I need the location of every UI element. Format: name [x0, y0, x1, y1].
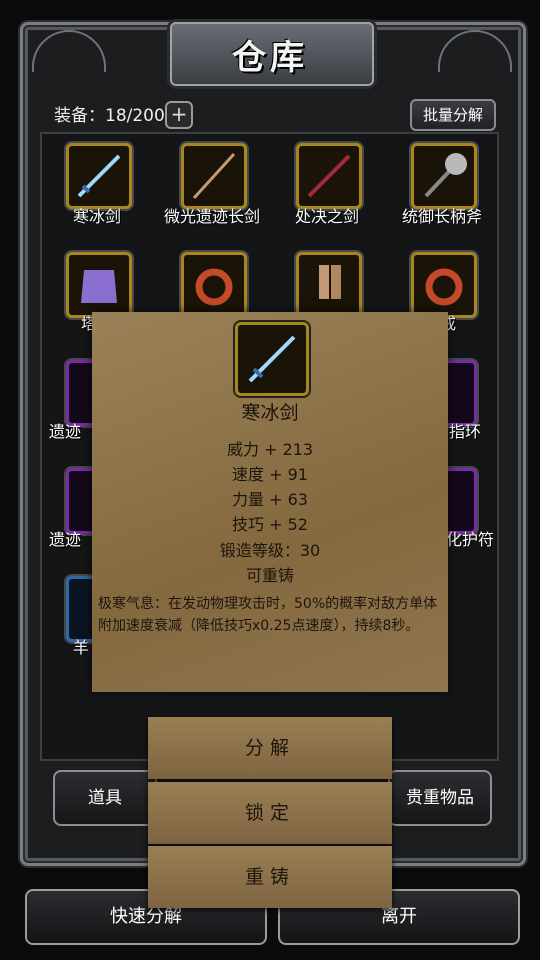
- tooltip-item-name: 寒冰剑: [241, 402, 299, 424]
- stat-reforgeable: 可重铸: [245, 566, 294, 585]
- item-name: 微光遗迹长剑: [163, 207, 260, 226]
- item-slot[interactable]: [296, 143, 362, 209]
- stat-speed: 速度 + 91: [232, 465, 308, 484]
- stat-forge-level: 锻造等级：30: [219, 541, 321, 560]
- stat-skill: 技巧 + 52: [232, 515, 308, 534]
- item-name: 处决之剑: [294, 207, 359, 226]
- lock-button[interactable]: 锁定: [148, 782, 392, 844]
- item-name: 化护符: [445, 530, 494, 549]
- batch-decompose-button[interactable]: 批量分解: [410, 99, 496, 131]
- stat-strength: 力量 + 63: [232, 490, 308, 509]
- ring-icon: [195, 268, 233, 306]
- longsword-icon: [192, 152, 236, 200]
- item-name: 寒冰剑: [72, 207, 121, 226]
- ring-icon: [425, 268, 463, 306]
- item-name: 统御长柄斧: [401, 207, 482, 226]
- halberd-icon: [424, 153, 467, 198]
- tooltip-item-slot: [235, 322, 309, 396]
- reforge-button[interactable]: 重铸: [148, 846, 392, 908]
- item-name: 遗迹: [48, 530, 81, 549]
- boots-icon: [319, 265, 341, 299]
- page-title: 仓库: [232, 38, 308, 78]
- item-slot[interactable]: [411, 252, 477, 318]
- sword-icon: [248, 335, 296, 383]
- item-slot[interactable]: [181, 143, 247, 209]
- stat-power: 威力 + 213: [226, 440, 314, 459]
- item-name: 遗迹: [48, 422, 81, 441]
- armor-icon: [81, 270, 117, 303]
- item-slot[interactable]: [181, 252, 247, 318]
- tab-valuables[interactable]: 贵重物品: [388, 770, 492, 826]
- sword-icon: [77, 154, 121, 198]
- decompose-button[interactable]: 分解: [148, 717, 392, 779]
- tab-items[interactable]: 道具: [53, 770, 157, 826]
- equipment-count: 装备：18/200: [54, 106, 165, 126]
- item-slot[interactable]: [66, 143, 132, 209]
- execution-sword-icon: [307, 154, 351, 198]
- item-slot[interactable]: [66, 252, 132, 318]
- item-slot[interactable]: [411, 143, 477, 209]
- tooltip-description: 极寒气息：在发动物理攻击时，50%的概率对敌方单体附加速度衰减（降低技巧x0.2…: [98, 596, 438, 634]
- item-slot[interactable]: [296, 252, 362, 318]
- expand-capacity-button[interactable]: +: [165, 101, 193, 129]
